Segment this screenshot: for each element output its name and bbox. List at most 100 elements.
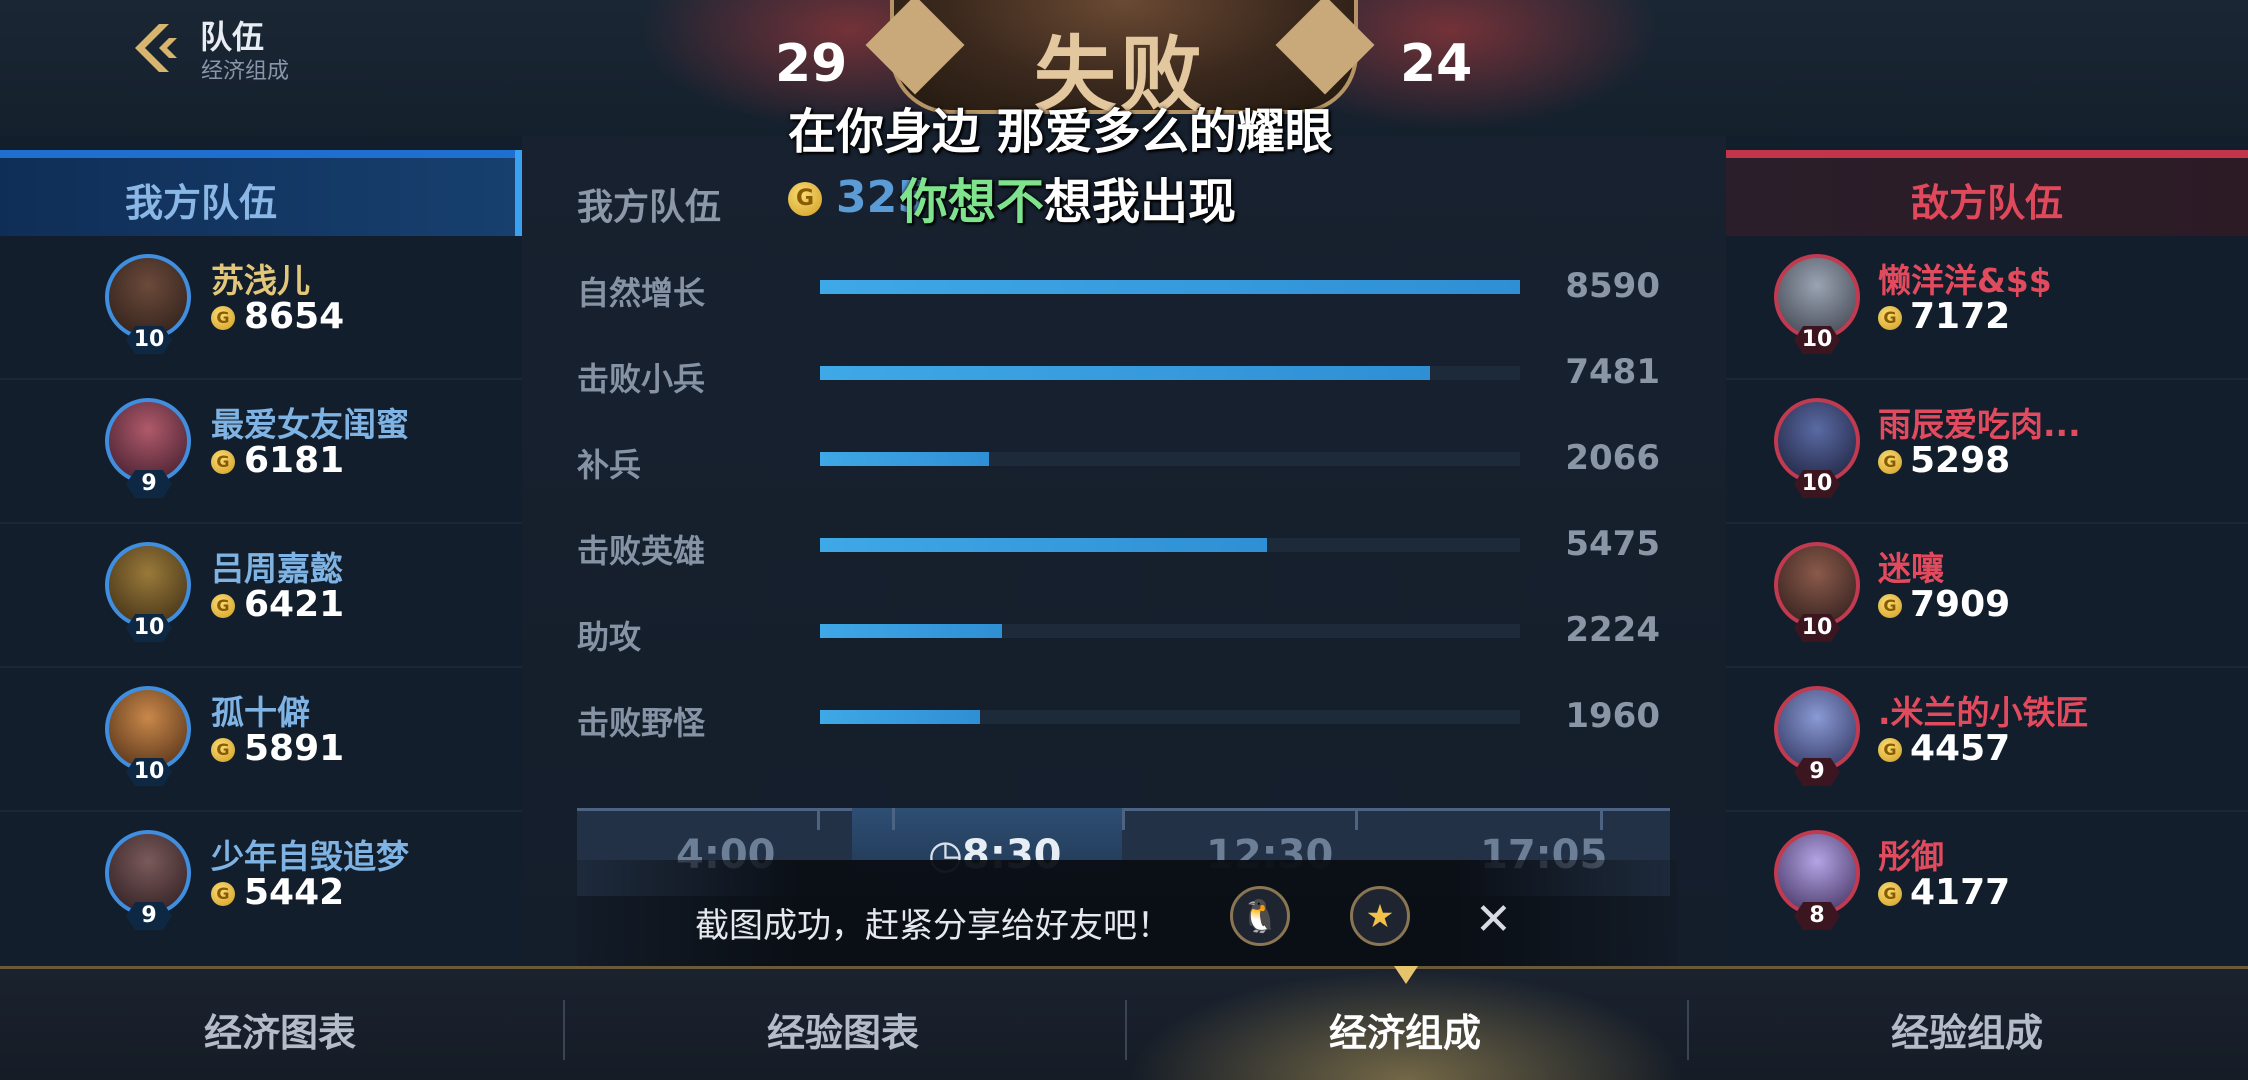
stat-bar-fill [820, 710, 980, 724]
stat-label: 击败英雄 [577, 532, 706, 570]
time-tick [817, 808, 820, 830]
gold-coin-icon: G [211, 450, 235, 474]
time-tick [892, 808, 895, 830]
enemy-kill-score: 24 [1400, 34, 1473, 94]
gold-coin-icon: G [1878, 594, 1902, 618]
ally-header-highlight [515, 150, 522, 236]
lyric-highlight: 你想不 [900, 174, 1045, 230]
stat-bar-track [820, 710, 1520, 724]
ally-player-row[interactable]: 10 孤十僻 G 5891 [0, 668, 522, 812]
tab-exp-chart[interactable]: 经验图表 [563, 1002, 1123, 1057]
player-gold: 7172 [1910, 296, 2011, 337]
favorite-star-icon[interactable]: ★ [1350, 886, 1410, 946]
tab-gold-chart[interactable]: 经济图表 [0, 1002, 560, 1057]
stat-value: 7481 [1565, 352, 1660, 392]
stat-bar-track [820, 366, 1520, 380]
enemy-player-row[interactable]: 8 彤御 G 4177 [1726, 812, 2248, 956]
ally-player-row[interactable]: 10 苏浅儿 G 8654 [0, 236, 522, 380]
stat-label: 击败小兵 [577, 360, 706, 398]
player-name: 少年自毁追梦 [211, 837, 409, 876]
level-badge: 9 [126, 902, 172, 930]
back-button[interactable] [125, 18, 185, 78]
level-badge: 10 [126, 758, 172, 786]
gold-coin-icon: G [1878, 306, 1902, 330]
player-gold: 7909 [1910, 584, 2011, 625]
lyric-line-2: 你想不想我出现 [900, 162, 1236, 232]
player-name: .米兰的小铁匠 [1878, 693, 2089, 732]
level-badge: 10 [1794, 614, 1840, 642]
level-badge: 9 [126, 470, 172, 498]
lyric-line-1: 在你身边 那爱多么的耀眼 [788, 104, 1333, 160]
gold-coin-icon: G [211, 594, 235, 618]
ally-kill-score: 29 [775, 34, 848, 94]
player-name: 雨辰爱吃肉... [1878, 405, 2081, 444]
back-chevron-icon [135, 24, 177, 72]
player-gold: 4177 [1910, 872, 2011, 913]
stat-label: 助攻 [577, 618, 642, 656]
ally-player-row[interactable]: 9 最爱女友闺蜜 G 6181 [0, 380, 522, 524]
enemy-player-row[interactable]: 10 懒洋洋&$$ G 7172 [1726, 236, 2248, 380]
player-gold: 5442 [244, 872, 345, 913]
breakdown-team-label: 我方队伍 [577, 187, 722, 228]
player-name: 苏浅儿 [211, 261, 310, 300]
stat-value: 5475 [1565, 524, 1660, 564]
stat-value: 2224 [1565, 610, 1660, 650]
player-name: 懒洋洋&$$ [1878, 261, 2052, 300]
page-title: 队伍 [200, 18, 265, 56]
player-gold: 6421 [244, 584, 345, 625]
player-gold: 8654 [244, 296, 345, 337]
stat-bar-track [820, 538, 1520, 552]
tab-gold-composition[interactable]: 经济组成 [1125, 1002, 1685, 1057]
level-badge: 10 [1794, 326, 1840, 354]
stat-bar-fill [820, 624, 1002, 638]
level-badge: 10 [126, 614, 172, 642]
time-tick [1122, 808, 1125, 830]
stat-bar-track [820, 280, 1520, 294]
level-badge: 9 [1794, 758, 1840, 786]
gold-coin-icon: G [1878, 450, 1902, 474]
player-gold: 4457 [1910, 728, 2011, 769]
page-subtitle: 经济组成 [201, 59, 290, 84]
stat-value: 2066 [1565, 438, 1660, 478]
gold-coin-icon: G [211, 306, 235, 330]
close-icon[interactable]: ✕ [1475, 894, 1512, 945]
gold-coin-icon: G [1878, 882, 1902, 906]
stat-bar-fill [820, 538, 1267, 552]
stat-bar-fill [820, 366, 1431, 380]
level-badge: 10 [1794, 470, 1840, 498]
player-name: 孤十僻 [211, 693, 310, 732]
stat-label: 自然增长 [577, 274, 706, 312]
stat-value: 1960 [1565, 696, 1660, 736]
gold-coin-icon: G [788, 182, 822, 216]
qq-share-icon[interactable]: 🐧 [1230, 886, 1290, 946]
stat-bar-track [820, 624, 1520, 638]
player-gold: 5298 [1910, 440, 2011, 481]
player-name: 吕周嘉懿 [211, 549, 343, 588]
stat-bar-fill [820, 280, 1520, 294]
stat-label: 击败野怪 [577, 704, 706, 742]
player-gold: 6181 [244, 440, 345, 481]
ally-team-title: 我方队伍 [124, 181, 277, 225]
tab-exp-composition[interactable]: 经验组成 [1687, 1002, 2247, 1057]
gold-coin-icon: G [1878, 738, 1902, 762]
time-tick [1600, 808, 1603, 830]
stat-label: 补兵 [577, 446, 642, 484]
enemy-player-row[interactable]: 10 雨辰爱吃肉... G 5298 [1726, 380, 2248, 524]
ally-player-row[interactable]: 9 少年自毁追梦 G 5442 [0, 812, 522, 956]
player-name: 彤御 [1878, 837, 1944, 876]
enemy-player-row[interactable]: 10 迷嚷 G 7909 [1726, 524, 2248, 668]
gold-coin-icon: G [211, 738, 235, 762]
enemy-player-row[interactable]: 9 .米兰的小铁匠 G 4457 [1726, 668, 2248, 812]
lyric-rest: 想我出现 [1044, 174, 1237, 230]
gold-coin-icon: G [211, 882, 235, 906]
time-tick [1355, 808, 1358, 830]
stat-bar-fill [820, 452, 990, 466]
side-watermark: 7585874 [0, 500, 2, 572]
level-badge: 10 [126, 326, 172, 354]
stat-value: 8590 [1565, 266, 1660, 306]
stat-bar-track [820, 452, 1520, 466]
ally-player-row[interactable]: 10 吕周嘉懿 G 6421 [0, 524, 522, 668]
player-name: 迷嚷 [1878, 549, 1944, 588]
enemy-team-title: 敌方队伍 [1910, 181, 2063, 225]
toast-message: 截图成功，赶紧分享给好友吧！ [695, 906, 1171, 946]
